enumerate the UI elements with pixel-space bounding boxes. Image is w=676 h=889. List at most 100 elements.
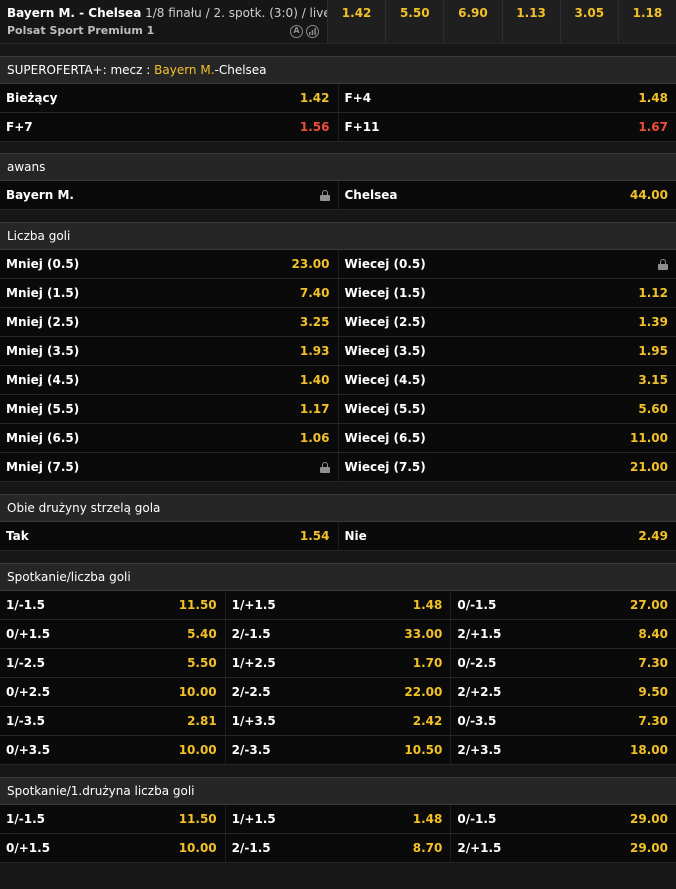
bet-option[interactable]: Wiecej (7.5) 21.00 [337,453,676,481]
bet-option[interactable]: 0/+1.5 5.40 [0,620,225,648]
bet-odd[interactable]: 1.67 [638,120,668,134]
bet-odd[interactable]: 5.50 [187,656,217,670]
header-odd-button[interactable]: 3.05 [559,0,618,43]
header-odd-button[interactable]: 6.90 [443,0,502,43]
bet-odd[interactable]: 8.70 [413,841,443,855]
bet-option[interactable]: 0/-1.5 27.00 [450,591,676,619]
header-odd-button[interactable]: 5.50 [385,0,444,43]
bet-odd[interactable]: 21.00 [630,460,668,474]
bet-odd[interactable]: 33.00 [404,627,442,641]
bet-option[interactable]: Nie 2.49 [337,522,676,550]
section-title-goals[interactable]: Liczba goli [0,222,676,250]
section-title-match-goals[interactable]: Spotkanie/liczba goli [0,563,676,591]
bet-odd[interactable]: 1.48 [413,598,443,612]
bet-option[interactable]: Wiecej (3.5) 1.95 [337,337,676,365]
bet-option[interactable]: 2/+2.5 9.50 [450,678,676,706]
bet-odd[interactable]: 22.00 [404,685,442,699]
bet-option[interactable]: 1/+1.5 1.48 [224,591,451,619]
bet-odd[interactable]: 2.42 [413,714,443,728]
bet-odd[interactable]: 3.25 [300,315,330,329]
bet-odd[interactable]: 1.48 [638,91,668,105]
bet-odd[interactable]: 1.12 [638,286,668,300]
bet-option[interactable]: 2/+1.5 29.00 [450,834,676,862]
bet-odd[interactable]: 1.48 [413,812,443,826]
bet-option[interactable]: 1/-1.5 11.50 [0,591,225,619]
bet-odd[interactable]: 29.00 [630,841,668,855]
bet-odd[interactable]: 11.50 [179,812,217,826]
bet-option[interactable]: Mniej (3.5) 1.93 [0,337,338,365]
bet-option[interactable]: Wiecej (6.5) 11.00 [337,424,676,452]
bet-odd[interactable]: 1.17 [300,402,330,416]
bet-option[interactable]: 1/-2.5 5.50 [0,649,225,677]
bet-option[interactable]: 1/+2.5 1.70 [224,649,451,677]
bet-odd[interactable]: 29.00 [630,812,668,826]
bet-odd[interactable]: 11.00 [630,431,668,445]
header-odd-button[interactable]: 1.18 [617,0,676,43]
bet-odd[interactable]: 7.30 [638,656,668,670]
bet-odd[interactable]: 2.49 [638,529,668,543]
bet-option[interactable]: F+4 1.48 [337,84,676,112]
bet-option[interactable]: 2/-1.5 33.00 [224,620,451,648]
bet-odd[interactable]: 10.00 [179,841,217,855]
bet-odd[interactable]: 3.15 [638,373,668,387]
bet-odd[interactable]: 1.95 [638,344,668,358]
header-odd-button[interactable]: 1.42 [327,0,386,43]
bet-option[interactable]: 0/+1.5 10.00 [0,834,225,862]
bet-option[interactable]: 2/-3.5 10.50 [224,736,451,764]
section-title-superoferta[interactable]: SUPEROFERTA+: mecz : Bayern M.-Chelsea [0,56,676,84]
bet-option[interactable]: 1/+3.5 2.42 [224,707,451,735]
bet-odd[interactable]: 5.40 [187,627,217,641]
bet-odd[interactable]: 1.06 [300,431,330,445]
bet-option[interactable]: 0/-2.5 7.30 [450,649,676,677]
bet-option[interactable]: Mniej (2.5) 3.25 [0,308,338,336]
bet-option[interactable]: Tak 1.54 [0,522,338,550]
bet-option[interactable]: 0/-1.5 29.00 [450,805,676,833]
bet-option[interactable]: 0/+3.5 10.00 [0,736,225,764]
bet-odd[interactable]: 7.30 [638,714,668,728]
stats-icon[interactable] [306,24,319,38]
bet-option[interactable]: 2/+1.5 8.40 [450,620,676,648]
section-title-btts[interactable]: Obie drużyny strzelą gola [0,494,676,522]
bet-option[interactable]: 1/-3.5 2.81 [0,707,225,735]
bet-option[interactable]: 1/+1.5 1.48 [224,805,451,833]
bet-option[interactable]: 2/-2.5 22.00 [224,678,451,706]
bet-option[interactable]: F+11 1.67 [337,113,676,141]
bet-odd[interactable]: 1.40 [300,373,330,387]
header-odd-button[interactable]: 1.13 [501,0,560,43]
bet-odd[interactable]: 7.40 [300,286,330,300]
bet-odd[interactable]: 44.00 [630,188,668,202]
bet-odd[interactable]: 8.40 [638,627,668,641]
bet-odd[interactable]: 10.50 [404,743,442,757]
bet-odd[interactable]: 1.39 [638,315,668,329]
bet-option[interactable]: Wiecej (5.5) 5.60 [337,395,676,423]
bet-odd[interactable]: 23.00 [292,257,330,271]
bet-option[interactable]: Mniej (1.5) 7.40 [0,279,338,307]
bet-odd[interactable]: 11.50 [179,598,217,612]
bet-odd[interactable]: 2.81 [187,714,217,728]
bet-option[interactable]: 2/+3.5 18.00 [450,736,676,764]
bet-option[interactable]: Mniej (0.5) 23.00 [0,250,338,278]
bet-odd[interactable]: 5.60 [638,402,668,416]
bet-option[interactable]: 2/-1.5 8.70 [224,834,451,862]
bet-option[interactable]: 0/-3.5 7.30 [450,707,676,735]
bet-option[interactable]: Mniej (5.5) 1.17 [0,395,338,423]
bet-option[interactable]: Wiecej (1.5) 1.12 [337,279,676,307]
bet-odd[interactable]: 10.00 [179,685,217,699]
bet-odd[interactable]: 9.50 [638,685,668,699]
bet-option[interactable]: Wiecej (2.5) 1.39 [337,308,676,336]
bet-option[interactable]: 1/-1.5 11.50 [0,805,225,833]
section-title-match-team1-goals[interactable]: Spotkanie/1.drużyna liczba goli [0,777,676,805]
bet-odd[interactable]: 18.00 [630,743,668,757]
section-title-awans[interactable]: awans [0,153,676,181]
bet-odd[interactable]: 1.93 [300,344,330,358]
auto-accept-icon[interactable]: A [290,24,303,38]
bet-option[interactable]: F+7 1.56 [0,113,338,141]
bet-odd[interactable]: 10.00 [179,743,217,757]
bet-odd[interactable]: 1.42 [300,91,330,105]
bet-option[interactable]: Mniej (4.5) 1.40 [0,366,338,394]
match-name[interactable]: Bayern M. - Chelsea [7,6,141,20]
bet-option[interactable]: Chelsea 44.00 [337,181,676,209]
bet-odd[interactable]: 1.54 [300,529,330,543]
bet-odd[interactable]: 1.56 [300,120,330,134]
bet-odd[interactable]: 1.70 [413,656,443,670]
